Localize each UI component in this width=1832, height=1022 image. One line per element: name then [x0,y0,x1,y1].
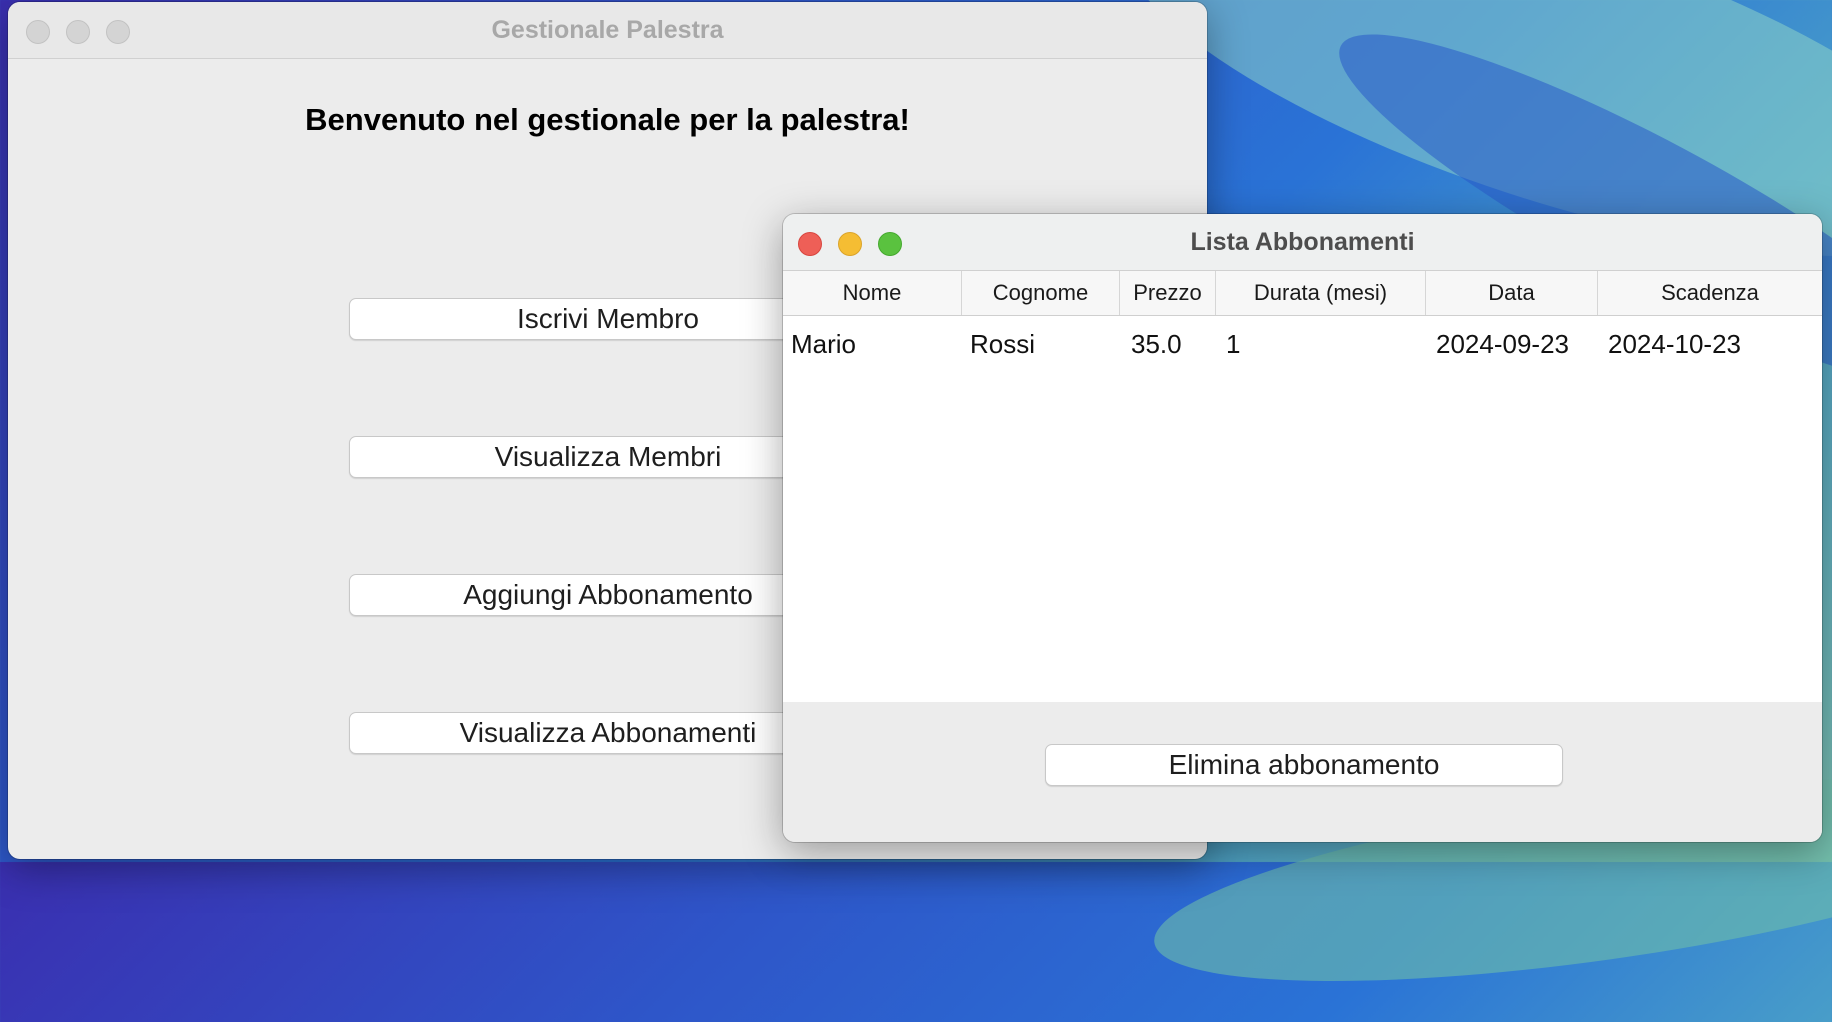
footer-area: Elimina abbonamento [783,702,1822,842]
title-bar: Lista Abbonamenti [783,214,1822,271]
abbonamenti-table[interactable]: Nome Cognome Prezzo Durata (mesi) Data S… [783,271,1822,702]
lista-abbonamenti-window: Lista Abbonamenti Nome Cognome Prezzo Du… [783,214,1822,842]
title-bar: Gestionale Palestra [8,2,1207,59]
column-header-durata[interactable]: Durata (mesi) [1216,271,1426,315]
window-title: Gestionale Palestra [491,16,724,44]
column-header-data[interactable]: Data [1426,271,1598,315]
window-title: Lista Abbonamenti [1190,228,1415,256]
column-header-prezzo[interactable]: Prezzo [1120,271,1216,315]
elimina-abbonamento-button[interactable]: Elimina abbonamento [1045,744,1563,786]
cell-data: 2024-09-23 [1436,329,1569,359]
cell-scadenza: 2024-10-23 [1608,329,1741,359]
cell-nome: Mario [791,329,857,359]
column-header-cognome[interactable]: Cognome [962,271,1120,315]
welcome-heading: Benvenuto nel gestionale per la palestra… [305,102,910,137]
column-header-nome[interactable]: Nome [783,271,962,315]
table-row[interactable]: Mario Rossi 35.0 1 2024-09-23 2024-10-23 [783,316,1822,372]
cell-prezzo: 35.0 [1131,329,1182,359]
table-header: Nome Cognome Prezzo Durata (mesi) Data S… [783,271,1822,316]
column-header-scadenza[interactable]: Scadenza [1598,271,1822,315]
cell-durata: 1 [1226,329,1241,359]
cell-cognome: Rossi [970,329,1036,359]
